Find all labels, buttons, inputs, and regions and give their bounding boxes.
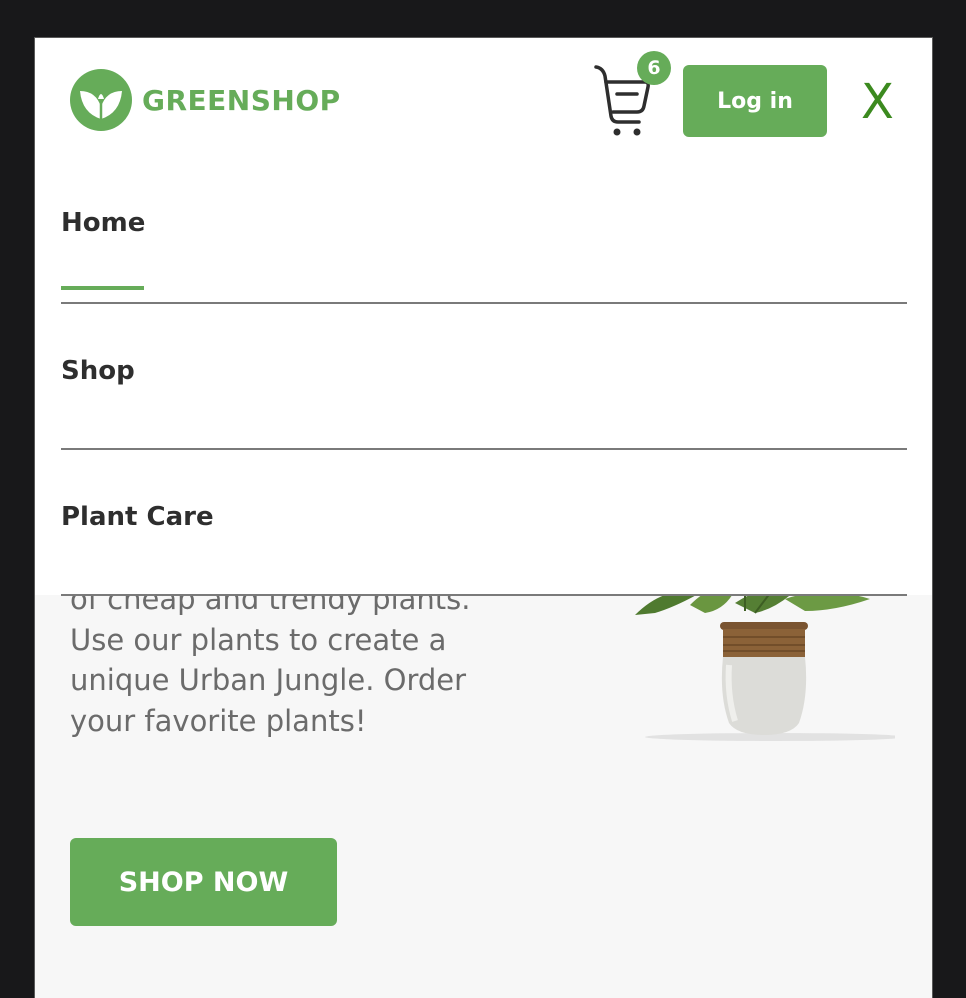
brand-logo[interactable]: GREENSHOP: [70, 69, 341, 131]
leaf-logo-icon: [70, 69, 132, 131]
login-button[interactable]: Log in: [683, 65, 827, 137]
nav-item-label: Home: [61, 208, 146, 238]
nav-item-label: Plant Care: [61, 502, 214, 532]
close-icon[interactable]: X: [861, 72, 894, 132]
nav-item-home[interactable]: Home: [61, 168, 907, 304]
hero-description: of cheap and trendy plants. Use our plan…: [70, 595, 471, 738]
shop-now-button[interactable]: SHOP NOW: [70, 838, 337, 926]
nav-item-shop[interactable]: Shop: [61, 304, 907, 450]
nav-item-label: Shop: [61, 356, 135, 386]
nav-item-plant-care[interactable]: Plant Care: [61, 450, 907, 596]
cart-count-badge: 6: [637, 51, 671, 85]
cart-button[interactable]: 6: [593, 51, 671, 138]
brand-name: GREENSHOP: [142, 83, 341, 117]
app-viewport: of cheap and trendy plants. Use our plan…: [34, 37, 933, 998]
site-header: GREENSHOP 6 Log in X: [35, 38, 932, 168]
plant-image: [635, 595, 895, 741]
hero-section: of cheap and trendy plants. Use our plan…: [35, 595, 932, 998]
active-indicator: [61, 286, 144, 290]
mobile-nav-menu: Home Shop Plant Care: [35, 168, 932, 596]
